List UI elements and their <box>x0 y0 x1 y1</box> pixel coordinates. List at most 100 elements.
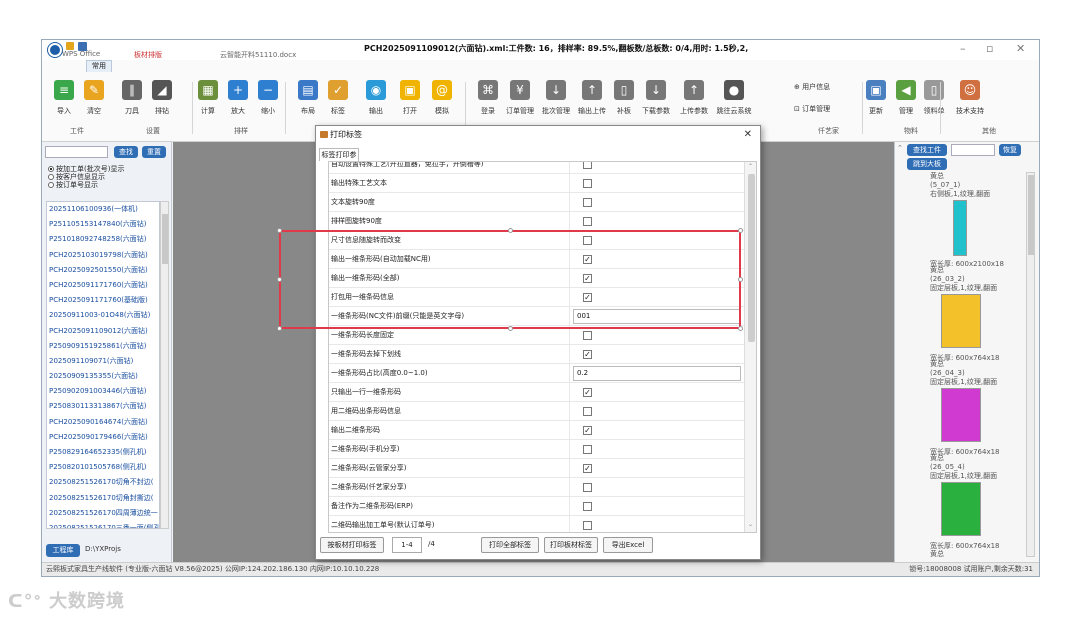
job-list-item[interactable]: 202508251526170四周薄边统一 <box>47 506 159 521</box>
order-mgmt-button[interactable]: ⊡ 订单管理 <box>794 104 854 114</box>
ribbon-button-6[interactable]: − 缩小 <box>248 80 288 116</box>
job-list-item[interactable]: 20250909135355(六面钻) <box>47 369 159 384</box>
job-list-scrollbar[interactable] <box>160 201 169 529</box>
app-logo-icon[interactable] <box>48 43 62 57</box>
tab-common[interactable]: 常用 <box>86 60 112 72</box>
job-list-item[interactable]: P250909151925861(六面钻) <box>47 339 159 354</box>
ribbon-button-13[interactable]: ¥ 订单管理 <box>500 80 540 116</box>
part-thumbnail[interactable] <box>941 482 981 536</box>
part-search-input[interactable] <box>951 144 995 156</box>
param-text-input[interactable]: 0.2 <box>573 366 741 381</box>
param-checkbox[interactable] <box>583 483 592 492</box>
param-checkbox[interactable] <box>583 162 592 169</box>
scroll-thumb[interactable] <box>748 174 755 342</box>
page-range-input[interactable]: 1-4 <box>392 537 422 553</box>
print-all-labels-button[interactable]: 打印全部标签 <box>481 537 539 553</box>
parts-scrollbar[interactable] <box>1026 172 1035 557</box>
param-checkbox[interactable]: ✓ <box>583 255 592 264</box>
ribbon-button-18[interactable]: ↑ 上传参数 <box>674 80 714 116</box>
param-checkbox[interactable]: ✓ <box>583 350 592 359</box>
part-thumbnail[interactable] <box>941 388 981 442</box>
param-checkbox[interactable]: ✓ <box>583 464 592 473</box>
param-checkbox[interactable] <box>583 445 592 454</box>
scroll-down-icon[interactable]: ⌄ <box>748 521 753 528</box>
tab-label-print-params[interactable]: 标签打印参数 <box>319 148 359 171</box>
param-value-cell <box>569 326 744 345</box>
ribbon-button-19[interactable]: ● 跳往云系统 <box>714 80 754 116</box>
ribbon-icon: − <box>258 80 278 100</box>
scroll-thumb[interactable] <box>1028 175 1034 255</box>
param-scrollbar[interactable]: ⌃ ⌄ <box>744 162 756 532</box>
param-name: 一维条形码(NC文件)前缀(只能是英文字母) <box>331 312 465 320</box>
job-list-item[interactable]: 202508251526170三番一面(侧孔 <box>47 521 159 528</box>
param-checkbox[interactable]: ✓ <box>583 274 592 283</box>
job-list-item[interactable]: P250829164652335(侧孔机) <box>47 445 159 460</box>
job-list-item[interactable]: PCH2025090179466(六面钻) <box>47 430 159 445</box>
search-button[interactable]: 查找 <box>114 146 138 158</box>
param-checkbox[interactable] <box>583 407 592 416</box>
job-list-item[interactable]: PCH2025091171760(六面钻) <box>47 278 159 293</box>
job-list-item[interactable]: P250830113313867(六面钻) <box>47 399 159 414</box>
job-list-item[interactable]: 202508251526170切角封撕边( <box>47 491 159 506</box>
scroll-thumb[interactable] <box>162 214 168 264</box>
param-name: 排样图旋转90度 <box>331 217 382 225</box>
job-list-item[interactable]: 20250911003-01O48(六面钻) <box>47 308 159 323</box>
param-checkbox[interactable] <box>583 331 592 340</box>
job-list-item[interactable]: P250902091003446(六面钻) <box>47 384 159 399</box>
project-library-button[interactable]: 工程库 <box>46 544 80 557</box>
reset-button[interactable]: 重置 <box>142 146 166 158</box>
param-checkbox[interactable] <box>583 521 592 530</box>
minimize-icon[interactable]: – <box>960 42 966 55</box>
param-name: 输出一维条形码(自动加载NC用) <box>331 255 431 263</box>
job-list-item[interactable]: PCH2025091109012(六面钻) <box>47 324 159 339</box>
param-checkbox[interactable] <box>583 217 592 226</box>
part-thumbnail[interactable] <box>941 294 981 348</box>
ribbon-button-1[interactable]: ✎ 清空 <box>74 80 114 116</box>
job-list-item[interactable]: PCH2025103019798(六面钻) <box>47 248 159 263</box>
maximize-icon[interactable]: ▫ <box>986 42 993 55</box>
find-part-button[interactable]: 查找工件 <box>907 144 947 156</box>
ribbon-button-8[interactable]: ✓ 标签 <box>318 80 358 116</box>
export-excel-button[interactable]: 导出Excel <box>603 537 653 553</box>
job-search-input[interactable] <box>45 146 108 158</box>
job-list-item[interactable]: 20251106100936(一体机) <box>47 202 159 217</box>
quick-access-icon[interactable] <box>66 42 74 50</box>
print-board-labels-button[interactable]: 打印板材标签 <box>544 537 598 553</box>
job-list-item[interactable]: 2025091109071(六面钻) <box>47 354 159 369</box>
param-checkbox[interactable] <box>583 502 592 511</box>
close-icon[interactable]: ✕ <box>1016 42 1025 55</box>
dialog-close-icon[interactable]: ✕ <box>744 129 752 140</box>
param-checkbox[interactable]: ✓ <box>583 426 592 435</box>
job-list-item[interactable]: P251105153147840(六面钻) <box>47 217 159 232</box>
restore-button[interactable]: 恢复 <box>999 144 1021 156</box>
param-checkbox[interactable] <box>583 198 592 207</box>
param-text-input[interactable]: 001 <box>573 309 741 324</box>
param-checkbox[interactable]: ✓ <box>583 388 592 397</box>
param-name: 二维条形码(手机分享) <box>331 445 400 453</box>
radio-by-order[interactable]: 按订单号显示 <box>48 180 98 190</box>
ribbon-button-11[interactable]: @ 模拟 <box>422 80 462 116</box>
job-list-item[interactable]: 202508251526170切角不封边( <box>47 475 159 490</box>
ribbon-right-button-2[interactable]: ▯ 领料单 <box>914 80 954 116</box>
param-checkbox[interactable] <box>583 236 592 245</box>
param-checkbox[interactable] <box>583 179 592 188</box>
print-by-board-button[interactable]: 按板材打印标签 <box>320 537 384 553</box>
ribbon-icon: ◀ <box>896 80 916 100</box>
job-list[interactable]: 20251106100936(一体机) P251105153147840(六面钻)… <box>46 201 160 529</box>
job-list-item[interactable]: PCH2025090164674(六面钻) <box>47 415 159 430</box>
ribbon-button-14[interactable]: ↓ 批次管理 <box>536 80 576 116</box>
scroll-up-icon[interactable]: ⌃ <box>748 163 753 170</box>
part-thumbnail[interactable] <box>953 200 967 256</box>
job-list-item[interactable]: P250820101505768(侧孔机) <box>47 460 159 475</box>
scroll-up-icon[interactable]: ⌃ <box>897 144 903 152</box>
ribbon-right-button-3[interactable]: ☺ 技术支持 <box>950 80 990 116</box>
ribbon-icon: ☺ <box>960 80 980 100</box>
ribbon-button-17[interactable]: ↓ 下载参数 <box>636 80 676 116</box>
ribbon-button-3[interactable]: ◢ 排钻 <box>142 80 182 116</box>
user-info-button[interactable]: ⊕ 用户信息 <box>794 82 854 92</box>
job-list-item[interactable]: PCH2025092501550(六面钻) <box>47 263 159 278</box>
param-checkbox[interactable]: ✓ <box>583 293 592 302</box>
job-list-item[interactable]: P251018092748258(六面钻) <box>47 232 159 247</box>
jump-to-board-button[interactable]: 跳到大板 <box>907 158 947 170</box>
job-list-item[interactable]: PCH2025091171760(基础版) <box>47 293 159 308</box>
